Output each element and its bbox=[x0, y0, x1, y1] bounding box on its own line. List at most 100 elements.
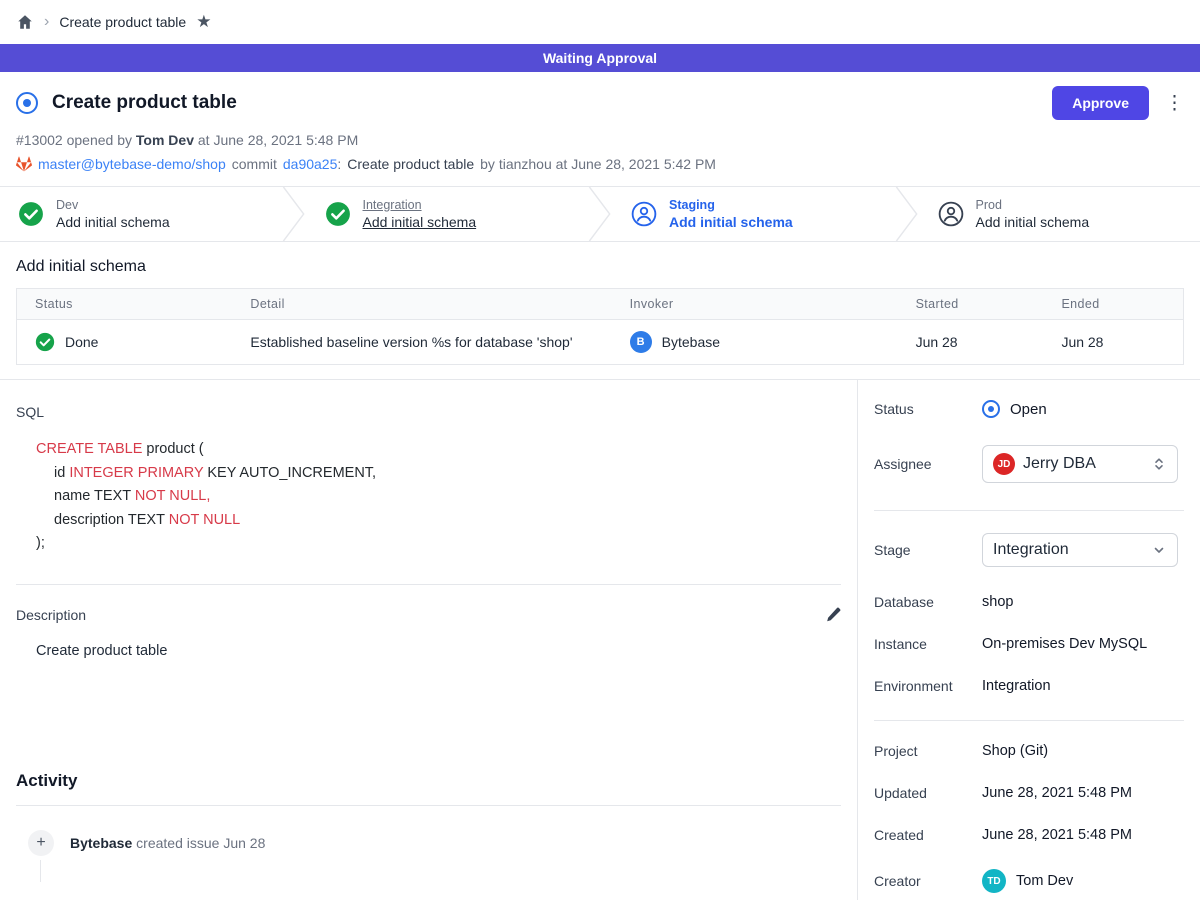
gitlab-icon bbox=[16, 156, 32, 172]
status-banner-text: Waiting Approval bbox=[543, 50, 657, 66]
more-actions-kebab-icon[interactable]: ⋮ bbox=[1165, 94, 1184, 113]
git-commit-message: Create product table bbox=[347, 156, 474, 172]
activity-action: created issue Jun 28 bbox=[136, 835, 265, 851]
stage-value: Integration bbox=[993, 541, 1143, 559]
section-divider bbox=[16, 584, 841, 585]
bookmark-star-icon[interactable]: ★ bbox=[196, 12, 211, 32]
stage-separator-icon bbox=[587, 187, 613, 241]
stage-done-check-icon bbox=[18, 201, 44, 227]
assignee-select[interactable]: JD Jerry DBA bbox=[982, 445, 1178, 483]
status-value: Open bbox=[1010, 401, 1047, 418]
git-commit-line: master@bytebase-demo/shop commit da90a25… bbox=[16, 156, 1184, 172]
stage-env-label: Prod bbox=[976, 198, 1090, 212]
instance-label: Instance bbox=[874, 636, 982, 652]
git-ref-link[interactable]: master@bytebase-demo/shop bbox=[38, 156, 226, 172]
sidebar-row-database: Database shop bbox=[874, 594, 1184, 610]
task-panel: Add initial schema Status Detail Invoker… bbox=[0, 242, 1200, 380]
stage-env-label: Integration bbox=[363, 198, 477, 212]
issue-opened-time: at June 28, 2021 5:48 PM bbox=[198, 132, 358, 148]
stage-task-label: Add initial schema bbox=[56, 214, 170, 230]
description-text: Create product table bbox=[36, 643, 841, 659]
tom-avatar: TD bbox=[982, 869, 1006, 893]
git-separator: : bbox=[337, 156, 341, 172]
main-column: SQL CREATE TABLE product (id INTEGER PRI… bbox=[0, 380, 858, 900]
sidebar-row-updated: Updated June 28, 2021 5:48 PM bbox=[874, 785, 1184, 801]
database-label: Database bbox=[874, 594, 982, 610]
jerry-avatar: JD bbox=[993, 453, 1015, 475]
activity-timeline: + Bytebase created issue Jun 28 bbox=[16, 830, 841, 882]
project-value: Shop (Git) bbox=[982, 743, 1048, 759]
updated-value: June 28, 2021 5:48 PM bbox=[982, 785, 1132, 801]
sidebar-row-assignee: Assignee JD Jerry DBA bbox=[874, 445, 1184, 483]
stage-integration[interactable]: Integration Add initial schema bbox=[307, 187, 588, 241]
home-icon[interactable] bbox=[16, 13, 34, 31]
breadcrumb-page-title: Create product table bbox=[59, 14, 186, 30]
stage-task-label: Add initial schema bbox=[363, 214, 477, 230]
issue-title: Create product table bbox=[52, 92, 237, 114]
stage-select[interactable]: Integration bbox=[982, 533, 1178, 567]
task-table: Status Detail Invoker Started Ended Done bbox=[16, 288, 1184, 365]
stage-done-check-icon bbox=[325, 201, 351, 227]
created-label: Created bbox=[874, 827, 982, 843]
selector-updown-icon bbox=[1151, 456, 1167, 472]
creator-label: Creator bbox=[874, 873, 982, 889]
stage-task-label: Add initial schema bbox=[976, 214, 1090, 230]
description-label: Description bbox=[16, 607, 86, 623]
git-commit-tail: by tianzhou at June 28, 2021 5:42 PM bbox=[480, 156, 716, 172]
instance-value: On-premises Dev MySQL bbox=[982, 636, 1147, 652]
activity-actor: Bytebase bbox=[70, 835, 132, 851]
issue-meta: #13002 opened by Tom Dev at June 28, 202… bbox=[16, 132, 1184, 148]
issue-header: Create product table Approve ⋮ #13002 op… bbox=[0, 72, 1200, 186]
stage-label: Stage bbox=[874, 542, 982, 558]
breadcrumb: › Create product table ★ bbox=[0, 0, 1200, 44]
sidebar-divider bbox=[874, 720, 1184, 721]
environment-value: Integration bbox=[982, 678, 1051, 694]
sidebar-row-created: Created June 28, 2021 5:48 PM bbox=[874, 827, 1184, 843]
task-invoker-name: Bytebase bbox=[662, 334, 720, 350]
col-invoker: Invoker bbox=[612, 289, 898, 320]
stage-staging[interactable]: Staging Add initial schema bbox=[613, 187, 894, 241]
breadcrumb-separator-icon: › bbox=[44, 14, 49, 30]
database-value: shop bbox=[982, 594, 1013, 610]
col-ended: Ended bbox=[1043, 289, 1183, 320]
stage-dev[interactable]: Dev Add initial schema bbox=[0, 187, 281, 241]
created-value: June 28, 2021 5:48 PM bbox=[982, 827, 1132, 843]
stage-pending-user-icon bbox=[938, 201, 964, 227]
project-label: Project bbox=[874, 743, 982, 759]
issue-opened-text: opened by bbox=[67, 132, 132, 148]
task-done-check-icon bbox=[35, 332, 55, 352]
activity-title: Activity bbox=[16, 771, 841, 791]
activity-item: + Bytebase created issue Jun 28 bbox=[28, 830, 841, 856]
stage-prod[interactable]: Prod Add initial schema bbox=[920, 187, 1200, 241]
issue-open-status-icon bbox=[16, 92, 38, 114]
edit-pencil-icon[interactable] bbox=[825, 607, 841, 623]
task-started-date: Jun 28 bbox=[898, 320, 1044, 365]
stage-separator-icon bbox=[894, 187, 920, 241]
environment-label: Environment bbox=[874, 678, 982, 694]
git-commit-hash-link[interactable]: da90a25 bbox=[283, 156, 338, 172]
approve-button[interactable]: Approve bbox=[1052, 86, 1149, 120]
col-detail: Detail bbox=[232, 289, 611, 320]
assignee-value: Jerry DBA bbox=[1023, 455, 1143, 473]
assignee-label: Assignee bbox=[874, 456, 982, 472]
task-detail-text: Established baseline version %s for data… bbox=[232, 320, 611, 365]
stage-env-label: Dev bbox=[56, 198, 170, 212]
task-status-text: Done bbox=[65, 334, 98, 350]
task-table-header-row: Status Detail Invoker Started Ended bbox=[17, 289, 1184, 320]
col-status: Status bbox=[17, 289, 233, 320]
stage-task-label: Add initial schema bbox=[669, 214, 793, 230]
sidebar-row-environment: Environment Integration bbox=[874, 678, 1184, 694]
col-started: Started bbox=[898, 289, 1044, 320]
task-panel-title: Add initial schema bbox=[16, 258, 1184, 276]
sidebar-divider bbox=[874, 510, 1184, 511]
sidebar-row-status: Status Open bbox=[874, 400, 1184, 418]
chevron-down-icon bbox=[1151, 542, 1167, 558]
bytebase-avatar: B bbox=[630, 331, 652, 353]
sql-code-block: CREATE TABLE product (id INTEGER PRIMARY… bbox=[36, 438, 841, 556]
sidebar-row-instance: Instance On-premises Dev MySQL bbox=[874, 636, 1184, 652]
plus-icon: + bbox=[28, 830, 54, 856]
sidebar-row-stage: Stage Integration bbox=[874, 533, 1184, 567]
sidebar-row-creator: Creator TD Tom Dev bbox=[874, 869, 1184, 893]
git-commit-word: commit bbox=[232, 156, 277, 172]
stage-env-label: Staging bbox=[669, 198, 793, 212]
